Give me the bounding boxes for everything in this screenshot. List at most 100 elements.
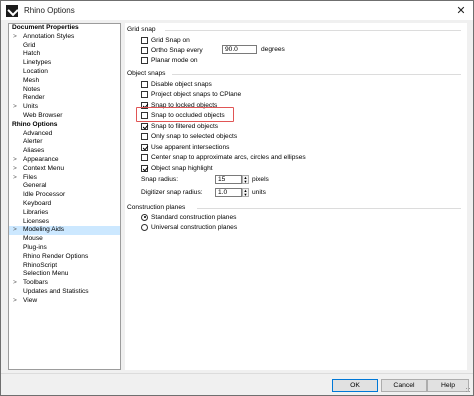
resize-grip[interactable]: [465, 387, 471, 393]
checkbox-label: Ortho Snap every: [151, 46, 203, 54]
tree-item-general[interactable]: General: [9, 182, 120, 191]
tree-item-keyboard[interactable]: Keyboard: [9, 200, 120, 209]
tree-item-rhino-render-options[interactable]: Rhino Render Options: [9, 253, 120, 262]
digitizer-radius-spinner[interactable]: ▲ ▼: [242, 188, 249, 197]
object-snaps-heading: Object snaps: [127, 70, 166, 77]
expand-chevron-icon[interactable]: >: [13, 103, 17, 112]
tree-item-linetypes[interactable]: Linetypes: [9, 59, 120, 68]
window-title: Rhino Options: [24, 6, 75, 15]
radio-button[interactable]: [141, 213, 148, 221]
cplane-option-universal-construction-planes[interactable]: Universal construction planes: [141, 223, 237, 233]
tree-item-libraries[interactable]: Libraries: [9, 209, 120, 218]
tree-item-aliases[interactable]: Aliases: [9, 147, 120, 156]
tree-item-mouse[interactable]: Mouse: [9, 235, 120, 244]
tree-item-web-browser[interactable]: Web Browser: [9, 112, 120, 121]
ortho-snap-every-checkbox[interactable]: Ortho Snap every: [141, 45, 203, 55]
tree-item-hatch[interactable]: Hatch: [9, 50, 120, 59]
digitizer-radius-input[interactable]: 1.0: [215, 188, 242, 197]
tree-item-label: Render: [23, 94, 45, 102]
tree-item-toolbars[interactable]: > Toolbars: [9, 279, 120, 288]
tree-item-label: Location: [23, 67, 48, 75]
checkbox-box[interactable]: [141, 91, 148, 98]
checkbox-box[interactable]: [141, 154, 148, 161]
tree-item-plug-ins[interactable]: Plug-ins: [9, 244, 120, 253]
expand-chevron-icon[interactable]: >: [13, 165, 17, 174]
osnap-option-only-snap-to-selected-objects[interactable]: Only snap to selected objects: [141, 132, 237, 142]
tree-item-files[interactable]: > Files: [9, 174, 120, 183]
tree-item-render[interactable]: Render: [9, 94, 120, 103]
checkbox-label: Grid Snap on: [151, 36, 190, 44]
tree-item-label: Units: [23, 103, 39, 111]
expand-chevron-icon[interactable]: >: [13, 33, 17, 42]
osnap-option-project-object-snaps-to-cplane[interactable]: Project object snaps to CPlane: [141, 90, 241, 100]
ortho-unit-label: degrees: [261, 46, 285, 53]
tree-item-annotation-styles[interactable]: > Annotation Styles: [9, 33, 120, 42]
osnap-option-snap-to-filtered-objects[interactable]: Snap to filtered objects: [141, 121, 218, 131]
checkbox-box[interactable]: [141, 143, 148, 151]
checkbox-box[interactable]: [141, 46, 148, 54]
tree-item-label: Licenses: [23, 217, 50, 225]
section-divider: [165, 30, 461, 31]
cplane-option-standard-construction-planes[interactable]: Standard construction planes: [141, 212, 236, 222]
close-button[interactable]: ✕: [454, 4, 468, 17]
ortho-angle-input[interactable]: 90.0: [222, 45, 257, 54]
tree-item-units[interactable]: > Units: [9, 103, 120, 112]
snap-radius-spinner[interactable]: ▲ ▼: [242, 175, 249, 184]
tree-item-document-properties[interactable]: Document Properties: [9, 24, 120, 33]
radio-button[interactable]: [141, 224, 148, 231]
checkbox-box[interactable]: [141, 164, 148, 172]
tree-item-label: RhinoScript: [23, 261, 58, 269]
checkbox-box[interactable]: [141, 122, 148, 130]
help-button[interactable]: Help: [427, 379, 469, 392]
tree-item-rhinoscript[interactable]: RhinoScript: [9, 262, 120, 271]
checkbox-box[interactable]: [141, 80, 148, 88]
tree-item-grid[interactable]: Grid: [9, 42, 120, 51]
planar-mode-checkbox[interactable]: Planar mode on: [141, 55, 198, 65]
tree-item-label: Mesh: [23, 76, 40, 84]
expand-chevron-icon[interactable]: >: [13, 297, 17, 306]
checkbox-label: Disable object snaps: [151, 80, 212, 88]
tree-item-label: Annotation Styles: [23, 32, 75, 40]
expand-chevron-icon[interactable]: >: [13, 279, 17, 288]
tree-item-advanced[interactable]: Advanced: [9, 130, 120, 139]
expand-chevron-icon[interactable]: >: [13, 156, 17, 165]
tree-item-appearance[interactable]: > Appearance: [9, 156, 120, 165]
osnap-option-center-snap-to-approximate-arcs-circles-and-ellipses[interactable]: Center snap to approximate arcs, circles…: [141, 153, 306, 163]
tree-item-mesh[interactable]: Mesh: [9, 77, 120, 86]
checkbox-box[interactable]: [141, 56, 148, 64]
tree-item-modeling-aids[interactable]: > Modeling Aids: [9, 226, 120, 236]
tree-item-rhino-options[interactable]: Rhino Options: [9, 121, 120, 130]
modeling-aids-panel: Grid snap Grid Snap on Ortho Snap every …: [125, 23, 467, 370]
tree-item-location[interactable]: Location: [9, 68, 120, 77]
tree-item-label: General: [23, 182, 47, 190]
tree-item-idle-processor[interactable]: Idle Processor: [9, 191, 120, 200]
expand-chevron-icon[interactable]: >: [13, 226, 17, 235]
checkbox-label: Project object snaps to CPlane: [151, 91, 242, 98]
options-window: Rhino Options ✕ Document Properties > Anno…: [0, 0, 474, 396]
checkbox-box[interactable]: [141, 133, 148, 140]
tree-item-label: Idle Processor: [23, 191, 66, 199]
cancel-button[interactable]: Cancel: [381, 379, 427, 392]
tree-item-label: Toolbars: [23, 279, 48, 287]
options-tree[interactable]: Document Properties > Annotation Styles Gri…: [8, 23, 121, 370]
tree-item-label: Modeling Aids: [23, 226, 65, 234]
osnap-option-object-snap-highlight[interactable]: Object snap highlight: [141, 163, 213, 173]
snap-radius-input[interactable]: 15: [215, 175, 242, 184]
tree-item-label: Keyboard: [23, 199, 52, 207]
osnap-option-disable-object-snaps[interactable]: Disable object snaps: [141, 79, 212, 89]
tree-item-notes[interactable]: Notes: [9, 86, 120, 95]
tree-item-view[interactable]: > View: [9, 297, 120, 306]
expand-chevron-icon[interactable]: >: [13, 174, 17, 183]
tree-item-label: View: [23, 296, 38, 304]
tree-item-updates-and-statistics[interactable]: Updates and Statistics: [9, 288, 120, 297]
checkbox-box[interactable]: [141, 36, 148, 44]
tree-item-alerter[interactable]: Alerter: [9, 138, 120, 147]
grid-snap-on-checkbox[interactable]: Grid Snap on: [141, 35, 190, 45]
digitizer-radius-unit: units: [252, 189, 266, 196]
section-divider: [172, 74, 461, 75]
osnap-option-use-apparent-intersections[interactable]: Use apparent intersections: [141, 142, 229, 152]
tree-item-selection-menu[interactable]: Selection Menu: [9, 270, 120, 279]
tree-item-context-menu[interactable]: > Context Menu: [9, 165, 120, 174]
tree-item-licenses[interactable]: Licenses: [9, 218, 120, 227]
ok-button[interactable]: OK: [332, 379, 378, 392]
